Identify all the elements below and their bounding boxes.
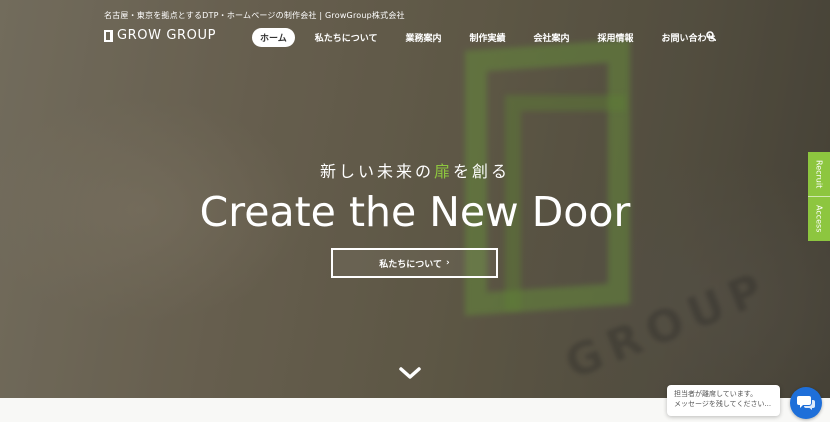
about-us-button[interactable]: 私たちについて › bbox=[331, 248, 498, 278]
site-tagline: 名古屋・東京を拠点とするDTP・ホームページの制作会社 | GrowGroup株… bbox=[104, 11, 405, 20]
nav-item-about[interactable]: 私たちについて bbox=[307, 28, 386, 47]
hero-subtitle-accent: 扉 bbox=[433, 162, 453, 181]
hero-subtitle-before: 新しい未来の bbox=[319, 162, 434, 181]
side-tab-access-label: Access bbox=[814, 205, 824, 233]
nav-item-home[interactable]: ホーム bbox=[252, 28, 295, 47]
chevron-down-icon[interactable] bbox=[398, 366, 422, 380]
nav-item-company[interactable]: 会社案内 bbox=[526, 28, 578, 47]
hero-subtitle-after: を創る bbox=[453, 162, 511, 181]
chat-icon bbox=[797, 396, 815, 410]
chat-open-button[interactable] bbox=[790, 387, 822, 419]
hero-title: Create the New Door bbox=[199, 188, 631, 236]
nav-item-services[interactable]: 業務案内 bbox=[397, 28, 449, 47]
chat-message-bubble[interactable]: 担当者が離席しています。 メッセージを残してください... bbox=[667, 385, 780, 416]
chat-message-line2: メッセージを残してください... bbox=[674, 400, 772, 408]
search-icon[interactable] bbox=[706, 31, 716, 41]
nav-item-recruit[interactable]: 採用情報 bbox=[590, 28, 642, 47]
logo-door-icon bbox=[104, 29, 113, 42]
side-tab-access[interactable]: Access bbox=[808, 196, 830, 241]
chat-message-line1: 担当者が離席しています。 bbox=[674, 390, 758, 398]
logo-text: GROW GROUP bbox=[117, 28, 217, 43]
site-logo[interactable]: GROW GROUP bbox=[104, 28, 216, 43]
main-nav: ホーム 私たちについて 業務案内 制作実績 会社案内 採用情報 お問い合わせ bbox=[252, 28, 736, 47]
about-us-button-label: 私たちについて bbox=[379, 259, 442, 270]
chevron-right-icon: › bbox=[446, 258, 450, 268]
nav-item-works[interactable]: 制作実績 bbox=[461, 28, 513, 47]
side-tab-recruit-label: Recruit bbox=[814, 159, 824, 189]
hero-subtitle: 新しい未来の扉を創る bbox=[0, 158, 830, 182]
side-tab-recruit[interactable]: Recruit bbox=[808, 152, 830, 196]
side-tabs: Recruit Access bbox=[808, 152, 830, 241]
